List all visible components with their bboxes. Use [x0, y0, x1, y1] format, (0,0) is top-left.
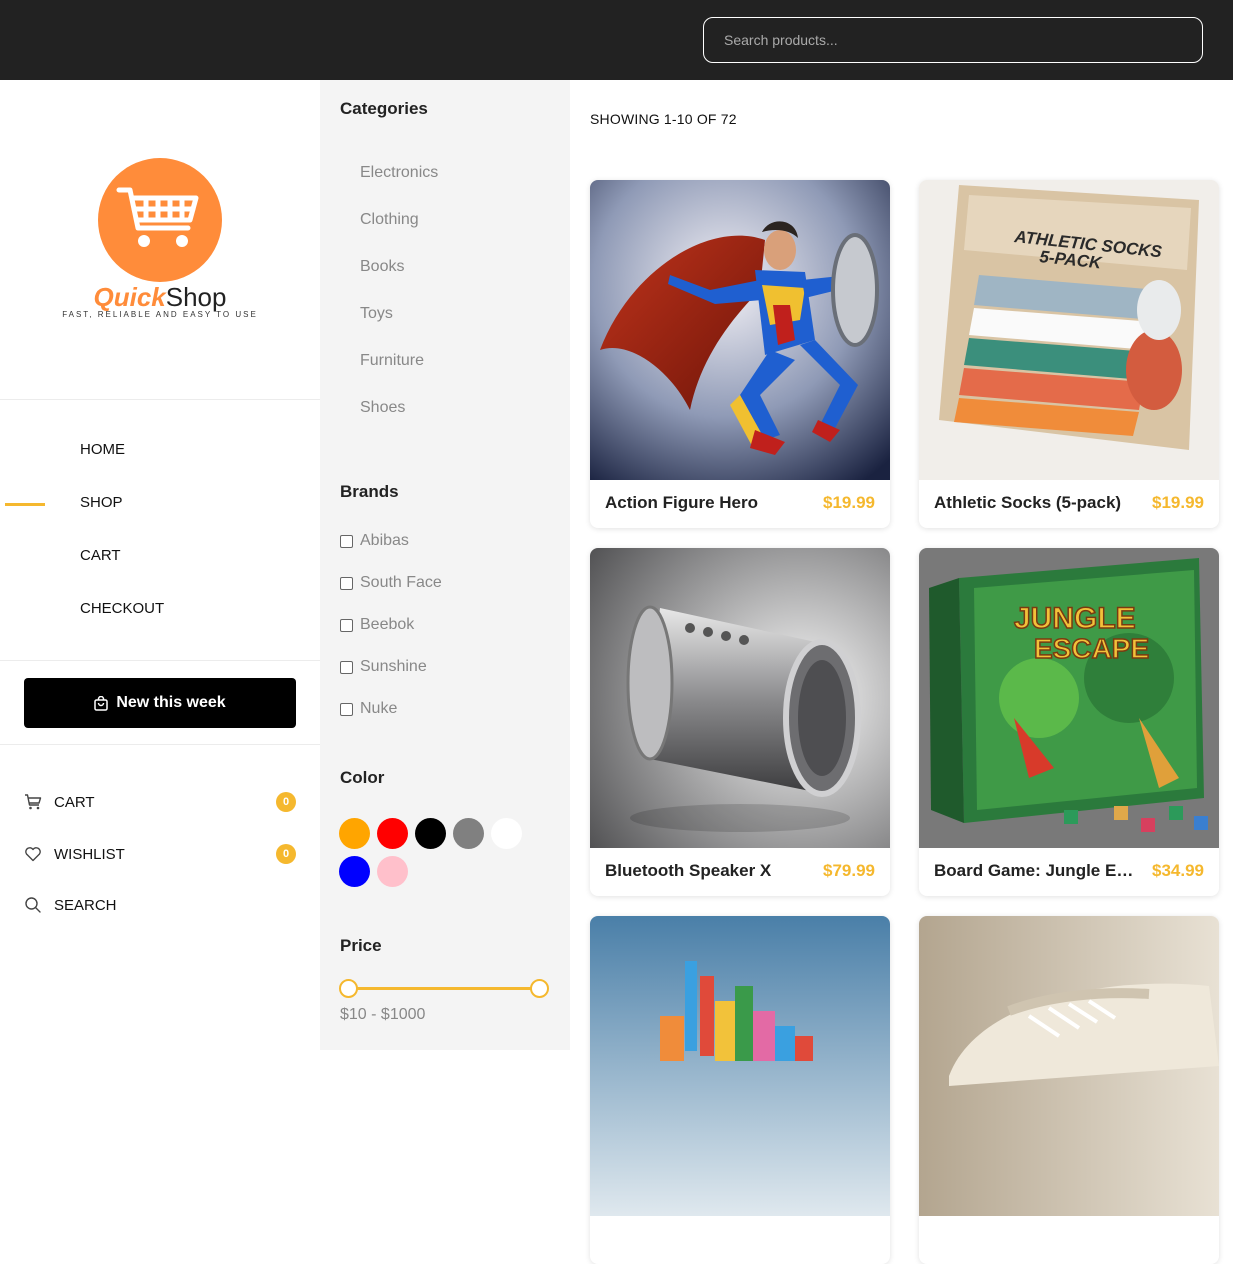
- product-card[interactable]: [590, 916, 890, 1264]
- search-input[interactable]: [704, 18, 1202, 62]
- brands-heading: Brands: [340, 482, 399, 501]
- product-image-sneakers[interactable]: [919, 916, 1219, 1216]
- logo-badge: [98, 158, 222, 282]
- product-card[interactable]: Bluetooth Speaker X $79.99: [590, 548, 890, 896]
- cart-label: CART: [54, 793, 95, 811]
- color-swatch-white[interactable]: [491, 818, 522, 849]
- product-card[interactable]: [919, 916, 1219, 1264]
- shopping-bag-icon: [94, 695, 109, 711]
- product-name: Bluetooth Speaker X: [605, 861, 772, 880]
- product-card[interactable]: JUNGLE ESCAPE Board Game: Jungle Escape …: [919, 548, 1219, 896]
- checkbox[interactable]: [340, 576, 353, 590]
- cart-count-badge: 0: [276, 792, 296, 812]
- logo-word-quick: Quick: [93, 282, 166, 312]
- checkbox[interactable]: [340, 702, 353, 716]
- new-this-week-button[interactable]: New this week: [24, 678, 296, 728]
- menu-item-checkout[interactable]: CHECKOUT: [0, 581, 320, 634]
- category-books[interactable]: Books: [360, 258, 404, 276]
- price-slider-track[interactable]: [349, 987, 540, 990]
- left-navigation: QuickShop FAST, RELIABLE AND EASY TO USE…: [0, 80, 320, 1050]
- product-price: $34.99: [1152, 861, 1204, 880]
- product-price: $79.99: [823, 861, 875, 880]
- wishlist-count-badge: 0: [276, 844, 296, 864]
- menu-item-cart[interactable]: CART: [0, 528, 320, 581]
- new-this-week-label: New this week: [116, 694, 226, 711]
- checkbox[interactable]: [340, 618, 353, 632]
- color-heading: Color: [340, 768, 385, 787]
- search-icon: [24, 896, 42, 914]
- category-shoes[interactable]: Shoes: [360, 399, 405, 417]
- product-price: $19.99: [1152, 493, 1204, 512]
- product-name: Athletic Socks (5-pack): [934, 493, 1122, 512]
- color-swatch-red[interactable]: [377, 818, 408, 849]
- price-heading: Price: [340, 936, 382, 955]
- brand-label: Beebok: [360, 616, 415, 633]
- wishlist-label: WISHLIST: [54, 845, 125, 863]
- filter-panel: Categories Electronics Clothing Books To…: [320, 80, 570, 1050]
- results-count: SHOWING 1-10 OF 72: [590, 111, 737, 127]
- logo[interactable]: QuickShop FAST, RELIABLE AND EASY TO USE: [0, 80, 320, 400]
- product-card[interactable]: Action Figure Hero $19.99: [590, 180, 890, 528]
- brand-label: Nuke: [360, 700, 398, 717]
- svg-text:JUNGLE: JUNGLE: [1014, 602, 1136, 635]
- heart-icon: [24, 845, 42, 863]
- svg-text:ESCAPE: ESCAPE: [1034, 633, 1149, 664]
- price-slider-max-handle[interactable]: [530, 979, 549, 998]
- product-name: Board Game: Jungle Escape: [934, 861, 1134, 880]
- categories-heading: Categories: [340, 99, 428, 118]
- category-furniture[interactable]: Furniture: [360, 352, 424, 370]
- search-label: SEARCH: [54, 896, 117, 914]
- brand-label: Abibas: [360, 532, 409, 549]
- price-slider-min-handle[interactable]: [339, 979, 358, 998]
- divider: [0, 660, 320, 661]
- color-swatch-orange[interactable]: [339, 818, 370, 849]
- logo-tagline: FAST, RELIABLE AND EASY TO USE: [62, 310, 258, 319]
- brand-filter-abibas[interactable]: Abibas: [340, 532, 409, 550]
- checkbox[interactable]: [340, 534, 353, 548]
- cart-link[interactable]: CART 0: [24, 790, 296, 814]
- logo-word-shop: Shop: [165, 282, 227, 312]
- brand-filter-south-face[interactable]: South Face: [340, 574, 442, 592]
- wishlist-link[interactable]: WISHLIST 0: [24, 842, 296, 866]
- product-image-athletic-socks[interactable]: ATHLETIC SOCKS 5-PACK: [919, 180, 1219, 480]
- top-bar: [0, 0, 1233, 80]
- brand-filter-sunshine[interactable]: Sunshine: [340, 658, 427, 676]
- color-swatch-black[interactable]: [415, 818, 446, 849]
- product-card[interactable]: ATHLETIC SOCKS 5-PACK Athletic Socks (5-…: [919, 180, 1219, 528]
- menu-item-shop[interactable]: SHOP: [0, 475, 320, 528]
- main-menu: HOME SHOP CART CHECKOUT: [0, 422, 320, 634]
- brand-label: Sunshine: [360, 658, 427, 675]
- category-toys[interactable]: Toys: [360, 305, 393, 323]
- product-image-action-figure[interactable]: [590, 180, 890, 480]
- divider: [0, 744, 320, 745]
- category-clothing[interactable]: Clothing: [360, 211, 419, 229]
- color-swatch-pink[interactable]: [377, 856, 408, 887]
- brand-filter-beebok[interactable]: Beebok: [340, 616, 414, 634]
- search-link[interactable]: SEARCH: [24, 893, 296, 917]
- product-image-board-game[interactable]: JUNGLE ESCAPE: [919, 548, 1219, 848]
- search-box[interactable]: [703, 17, 1203, 63]
- color-swatch-gray[interactable]: [453, 818, 484, 849]
- brand-filter-nuke[interactable]: Nuke: [340, 700, 397, 718]
- cart-icon: [24, 793, 42, 811]
- brand-label: South Face: [360, 574, 442, 591]
- checkbox[interactable]: [340, 660, 353, 674]
- shopping-cart-icon: [116, 187, 199, 247]
- product-grid: SHOWING 1-10 OF 72 Action Figure Hero $1…: [570, 80, 1233, 1264]
- logo-wordmark: QuickShop: [0, 282, 320, 312]
- category-electronics[interactable]: Electronics: [360, 164, 438, 182]
- product-name: Action Figure Hero: [605, 493, 759, 512]
- menu-item-home[interactable]: HOME: [0, 422, 320, 475]
- product-image-bluetooth-speaker[interactable]: [590, 548, 890, 848]
- product-price: $19.99: [823, 493, 875, 512]
- color-swatch-blue[interactable]: [339, 856, 370, 887]
- product-image-building-blocks[interactable]: [590, 916, 890, 1216]
- price-range-text: $10 - $1000: [340, 1006, 426, 1023]
